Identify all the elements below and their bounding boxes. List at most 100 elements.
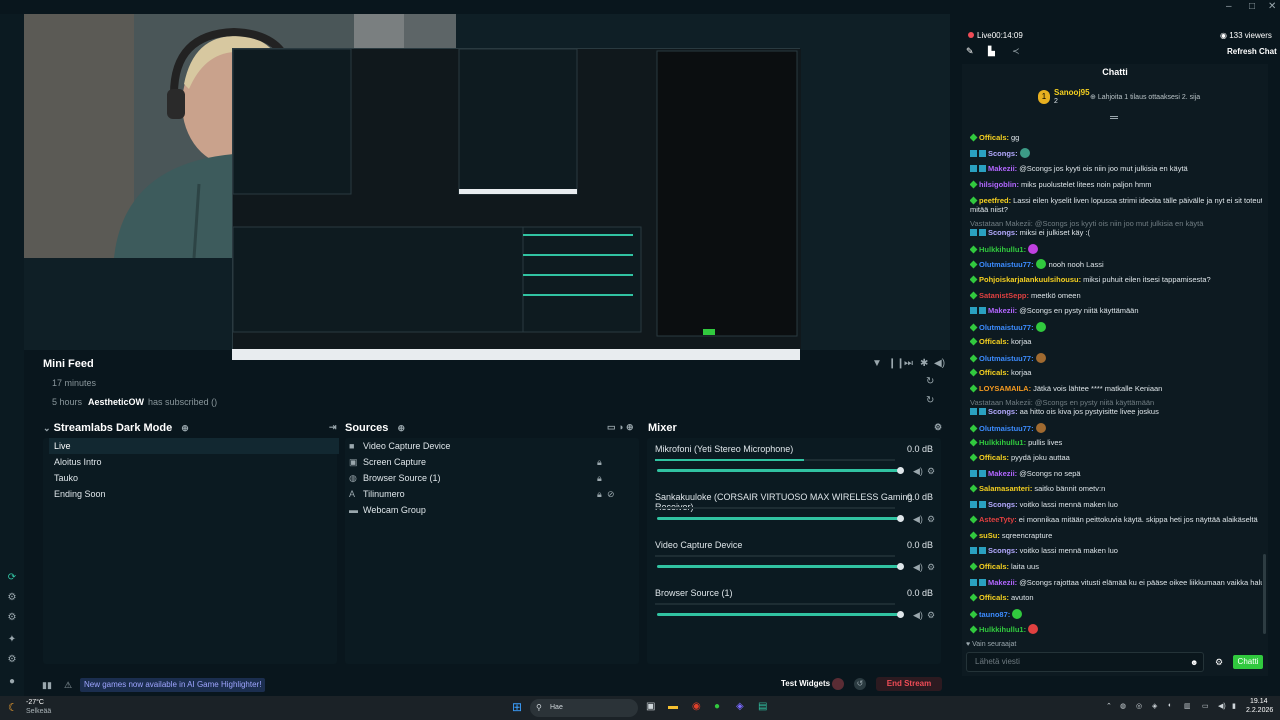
chat-username[interactable]: Makezii: (988, 469, 1017, 478)
chat-message[interactable]: mitää niist? (970, 205, 1262, 214)
test-widgets-button[interactable]: Test Widgets (781, 679, 830, 688)
chat-username[interactable]: Scongs: (988, 546, 1018, 555)
collapse-icon[interactable]: ⌄ (43, 423, 51, 433)
chat-username[interactable]: Makezii: (988, 306, 1017, 315)
chat-username[interactable]: LOYSAMAILA: (979, 384, 1031, 393)
tray-chevron-icon[interactable]: ⌃ (1106, 702, 1112, 710)
refresh-chat-button[interactable]: Refresh Chat (1227, 47, 1277, 56)
chat-username[interactable]: Makezii: (988, 164, 1017, 173)
chat-username[interactable]: Olutmaistuu77: (979, 424, 1034, 433)
studio-icon[interactable]: ⟳ (6, 572, 18, 584)
chat-username[interactable]: Scongs: (988, 149, 1018, 158)
alert-icon[interactable]: ⚠ (64, 680, 72, 691)
chat-send-button[interactable]: Chatti (1233, 655, 1263, 669)
mixer-item-settings-icon[interactable]: ⚙ (927, 562, 935, 573)
chat-message[interactable]: Scongs: (970, 148, 1262, 158)
chat-reply-context[interactable]: Vastataan Makezii: @Scongs en pysty niit… (970, 398, 1262, 407)
source-item-video-capture[interactable]: ■ Video Capture Device (349, 438, 635, 454)
chat-message[interactable]: AsteeTyty: ei monnikaa mitään peittokuvia… (970, 515, 1262, 524)
chat-message[interactable]: Officals: pyydä joku auttaa (970, 453, 1262, 462)
tray-icon-4[interactable]: ◐ (1168, 702, 1172, 709)
chat-message[interactable]: Hulkkihullu1: pullis lives (970, 438, 1262, 447)
chat-username[interactable]: tauno87: (979, 610, 1010, 619)
lock-icon[interactable]: 🔒︎ (597, 454, 602, 470)
add-source-icon[interactable]: ⊕ (397, 423, 405, 433)
streamlabs-icon[interactable]: ▤ (758, 701, 767, 712)
chat-message[interactable]: Olutmaistuu77: nooh nooh Lassi (970, 259, 1262, 269)
chat-scrollbar[interactable] (1263, 554, 1266, 634)
chat-message[interactable]: PohjoiskarjaIankuulsihousu: miksi puhuit … (970, 275, 1262, 284)
chat-message[interactable]: Olutmaistuu77: (970, 423, 1262, 433)
chat-settings-icon[interactable]: ⚙ (1215, 657, 1223, 668)
chat-username[interactable]: Scongs: (988, 500, 1018, 509)
chat-username[interactable]: suSu: (979, 531, 1000, 540)
volume-slider[interactable] (657, 515, 904, 522)
source-item-webcam-group[interactable]: ▬ Webcam Group (349, 502, 635, 518)
replay-icon[interactable]: ↻ (926, 395, 934, 406)
volume-slider-knob[interactable] (897, 563, 904, 570)
mute-icon[interactable]: ◀) (913, 610, 923, 621)
chat-username[interactable]: AsteeTyty: (979, 515, 1017, 524)
chat-message[interactable]: tauno87: (970, 609, 1262, 619)
chat-username[interactable]: Officals: (979, 133, 1009, 142)
lock-icon[interactable]: 🔒︎ (597, 486, 602, 502)
chat-message[interactable]: Officals: korjaa (970, 337, 1262, 346)
minimize-button[interactable]: – (1226, 1, 1232, 12)
profile-icon[interactable]: ● (6, 676, 18, 688)
edit-icon[interactable]: ✎ (966, 46, 974, 57)
volume-slider-knob[interactable] (897, 515, 904, 522)
chat-message[interactable]: Olutmaistuu77: (970, 322, 1262, 332)
top-gifter-name[interactable]: Sanooj95 (1054, 88, 1090, 97)
stats-icon[interactable]: ▮▮ (42, 680, 52, 691)
chat-message[interactable]: Hulkkihullu1: (970, 624, 1262, 634)
emote-picker-icon[interactable]: ☻ (1190, 658, 1198, 667)
chat-message[interactable]: Makezii: @Scongs jos kyyti ois niin joo m… (970, 164, 1262, 173)
explorer-icon[interactable]: ▬ (668, 701, 678, 712)
chat-username[interactable]: Officals: (979, 593, 1009, 602)
chat-message[interactable]: SatanistSepp: meetkö omeen (970, 291, 1262, 300)
tray-icon-3[interactable]: ◈ (1152, 702, 1157, 710)
volume-slider[interactable] (657, 611, 904, 618)
chat-username[interactable]: Officals: (979, 337, 1009, 346)
chat-message[interactable]: Scongs: aa hitto ois kiva jos pystyisitte… (970, 407, 1262, 416)
tray-icon-2[interactable]: ◎ (1136, 702, 1142, 710)
pause-icon[interactable]: ❙❙ (888, 358, 905, 369)
lock-icon[interactable]: 🔒︎ (597, 470, 602, 486)
chat-username[interactable]: PohjoiskarjaIankuulsihousu: (979, 275, 1081, 284)
chat-message[interactable]: suSu: sqreencrapture (970, 531, 1262, 540)
volume-icon[interactable]: ◀) (934, 358, 945, 369)
chat-message[interactable]: Makezii: @Scongs en pysty niitä käyttämää… (970, 306, 1262, 315)
chat-message[interactable]: hilsigoblin: miks puolustelet litees noin… (970, 180, 1262, 189)
skip-icon[interactable]: ⏭ (904, 358, 913, 369)
mixer-settings-icon[interactable]: ⚙ (934, 422, 944, 433)
mixer-item-settings-icon[interactable]: ⚙ (927, 514, 935, 525)
chat-message[interactable]: Scongs: miksi ei julkiset käy :( (970, 228, 1262, 237)
chat-message[interactable]: Scongs: voitko lassi mennä maken luo (970, 500, 1262, 509)
mute-icon[interactable]: ◀) (913, 562, 923, 573)
chat-message[interactable]: Officals: gg (970, 133, 1262, 142)
battery-icon[interactable]: ▮ (1232, 702, 1236, 710)
hidden-icon[interactable]: ⊘ (607, 486, 615, 502)
transition-icon[interactable]: ⇥ (329, 422, 341, 433)
maximize-button[interactable]: □ (1249, 1, 1255, 12)
chat-username[interactable]: Salamasanteri: (979, 484, 1032, 493)
settings-icon[interactable]: ⚙ (6, 654, 18, 666)
chat-message[interactable]: Makezii: @Scongs rajottaa vitusti elämää … (970, 578, 1262, 587)
chat-input[interactable]: Lähetä viesti (966, 652, 1204, 672)
apps-icon[interactable]: ✦ (6, 634, 18, 646)
replay-buffer-icon[interactable]: ↺ (854, 678, 866, 690)
discord-icon[interactable]: ◈ (736, 701, 744, 712)
mixer-item-settings-icon[interactable]: ⚙ (927, 610, 935, 621)
tray-icon-1[interactable]: ◍ (1120, 702, 1126, 710)
chat-username[interactable]: Scongs: (988, 228, 1018, 237)
chat-username[interactable]: SatanistSepp: (979, 291, 1029, 300)
source-item-browser-source[interactable]: ◍ Browser Source (1) 🔒︎ (349, 470, 635, 486)
end-stream-button[interactable]: End Stream (876, 677, 942, 691)
chat-username[interactable]: Hulkkihullu1: (979, 245, 1026, 254)
chat-username[interactable]: Officals: (979, 453, 1009, 462)
browser-icon[interactable]: ◉ (692, 701, 701, 712)
chat-message[interactable]: Makezii: @Scongs no sepä (970, 469, 1262, 478)
add-scene-icon[interactable]: ⊕ (181, 423, 189, 433)
replay-icon[interactable]: ↻ (926, 376, 934, 387)
weather-icon[interactable]: ☾ (8, 701, 18, 714)
